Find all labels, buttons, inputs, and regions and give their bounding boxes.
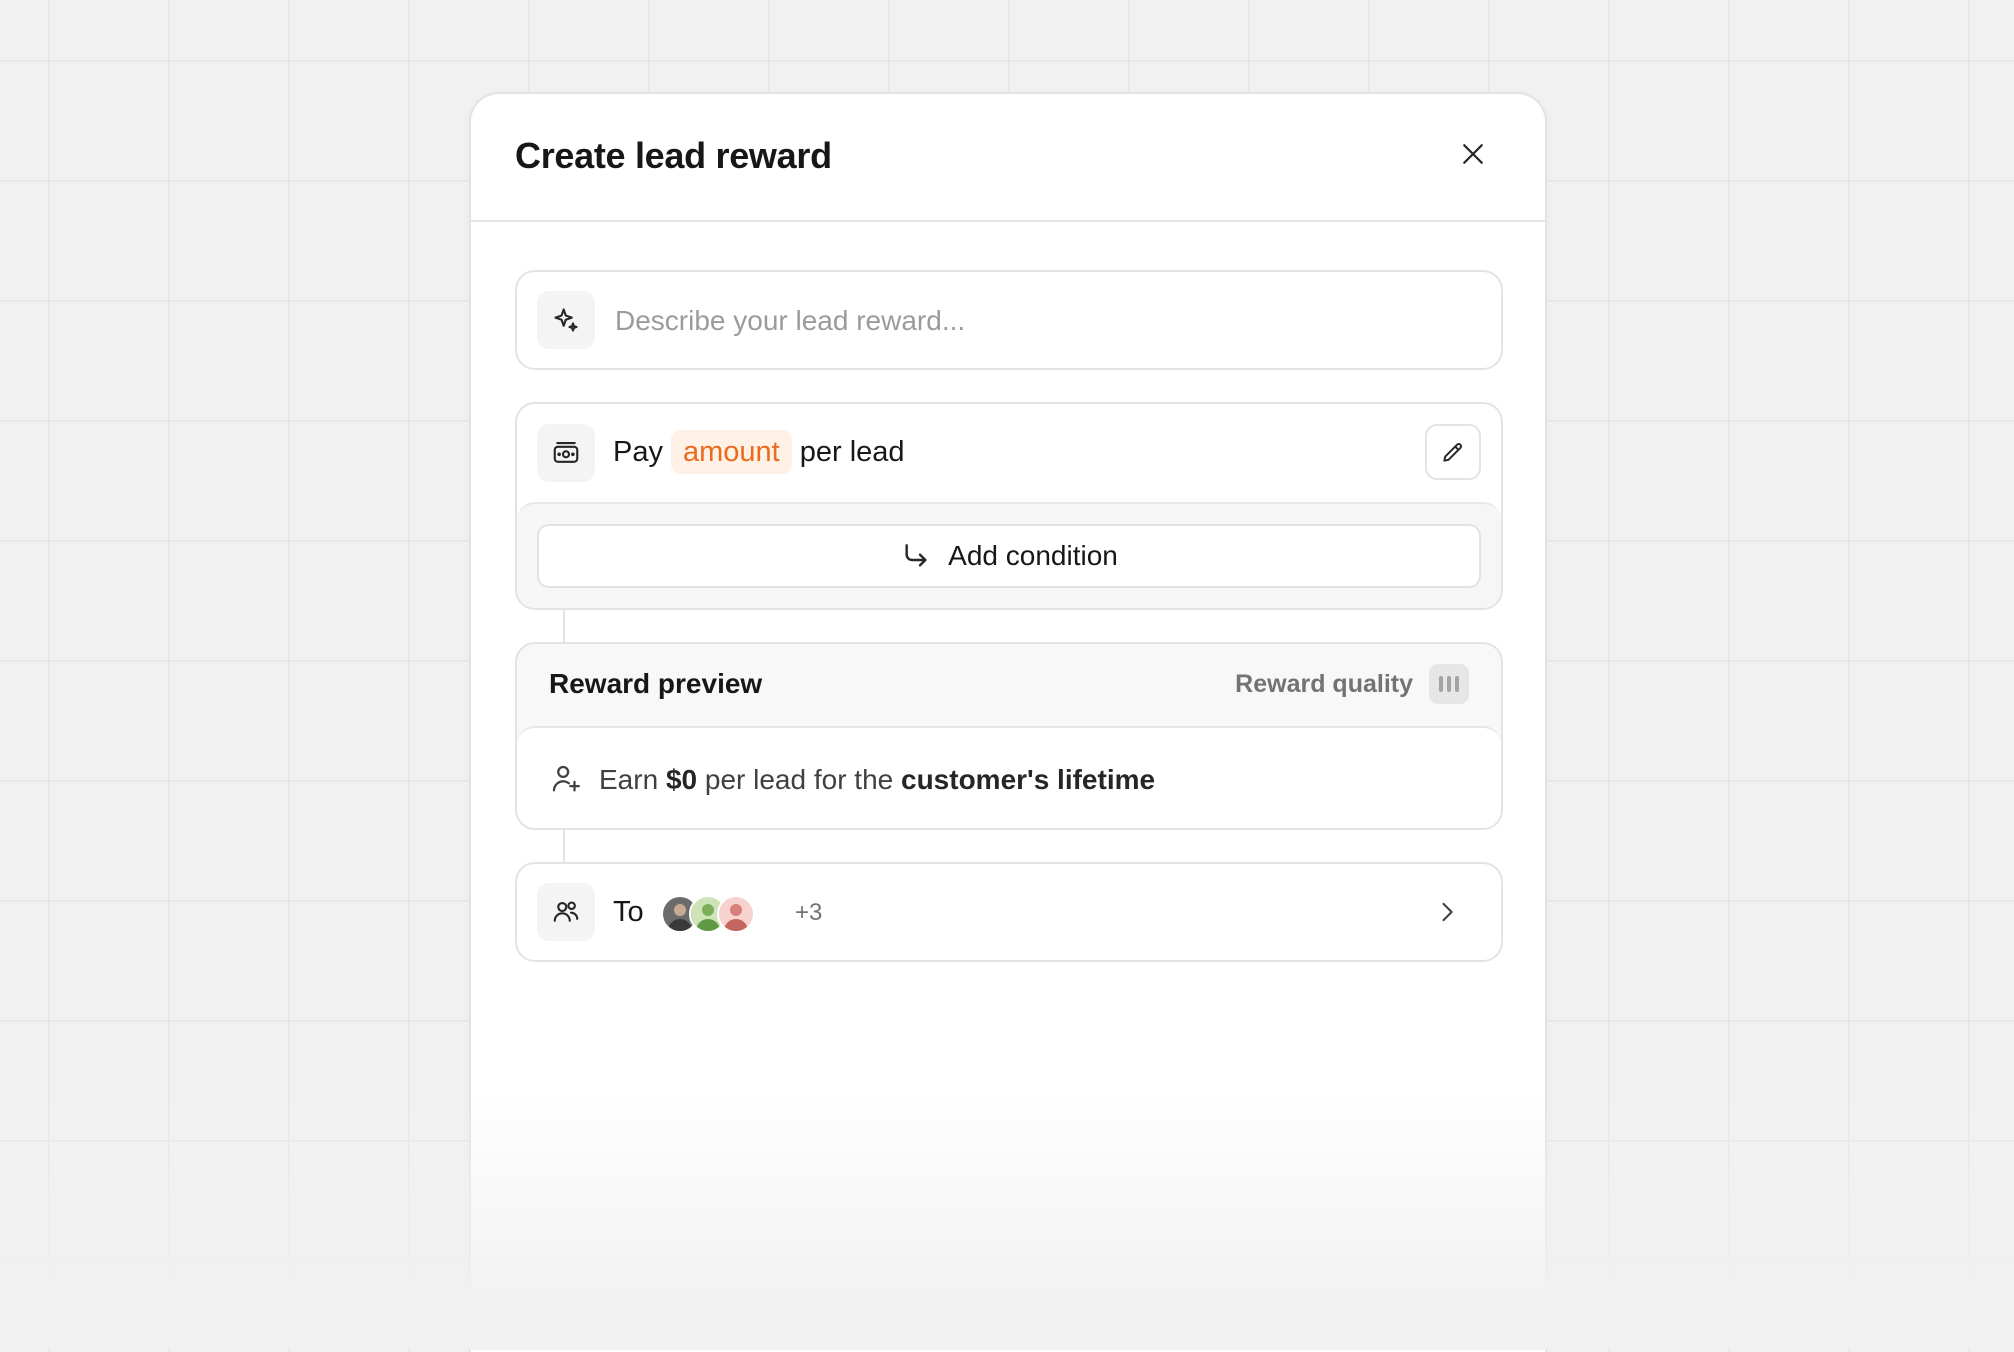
create-lead-reward-modal: Create lead reward Describe your lead re… (469, 92, 1547, 1352)
reward-amount-card: Pay amount per lead Add condition (515, 402, 1503, 610)
extra-recipients-count: +3 (795, 899, 823, 926)
recipients-card[interactable]: To +3 (515, 862, 1503, 962)
add-condition-label: Add condition (948, 540, 1118, 571)
earn-duration: customer's lifetime (901, 764, 1156, 795)
describe-reward-input[interactable] (613, 296, 1477, 346)
users-icon-tile (537, 883, 595, 941)
reward-preview-card: Reward preview Reward quality Earn $0 pe… (515, 642, 1503, 830)
sparkle-icon (554, 308, 578, 332)
reward-preview-body: Earn $0 per lead for the customer's life… (517, 726, 1501, 828)
modal-header: Create lead reward (471, 94, 1545, 222)
signal-bars-icon (1429, 664, 1469, 704)
money-icon (553, 441, 579, 463)
user-plus-icon (552, 765, 580, 792)
recipient-avatars (661, 895, 755, 933)
pay-prefix: Pay (613, 436, 663, 468)
add-condition-button[interactable]: Add condition (537, 524, 1481, 588)
arrow-return-icon (905, 544, 927, 567)
reward-preview-header: Reward preview Reward quality (517, 644, 1501, 726)
money-icon-tile (537, 424, 595, 482)
amount-pill[interactable]: amount (670, 430, 792, 474)
reward-quality-indicator[interactable]: Reward quality (1235, 664, 1469, 704)
pencil-icon (1443, 443, 1462, 462)
modal-title: Create lead reward (515, 135, 832, 176)
close-button[interactable] (1447, 128, 1499, 180)
earn-amount: $0 (665, 764, 698, 795)
users-icon (553, 901, 579, 922)
connector-line (563, 830, 565, 862)
connector-line (563, 610, 565, 642)
edit-reward-button[interactable] (1425, 424, 1481, 480)
pay-suffix: per lead (799, 436, 905, 468)
describe-reward-card (515, 270, 1503, 370)
reward-preview-title: Reward preview (549, 668, 763, 699)
reward-quality-label: Reward quality (1235, 669, 1413, 698)
earn-part2: per lead for the (704, 764, 894, 795)
chevron-right-icon (1442, 902, 1453, 922)
avatar (717, 895, 755, 933)
reward-amount-row: Pay amount per lead (517, 404, 1501, 502)
earn-part1: Earn (599, 764, 659, 795)
conditions-area: Add condition (517, 502, 1501, 608)
reward-amount-sentence: Pay amount per lead (613, 430, 905, 474)
recipients-label: To (613, 896, 644, 928)
sparkle-icon-tile (537, 291, 595, 349)
close-icon (1463, 144, 1483, 164)
reward-preview-sentence: Earn $0 per lead for the customer's life… (599, 760, 1155, 800)
